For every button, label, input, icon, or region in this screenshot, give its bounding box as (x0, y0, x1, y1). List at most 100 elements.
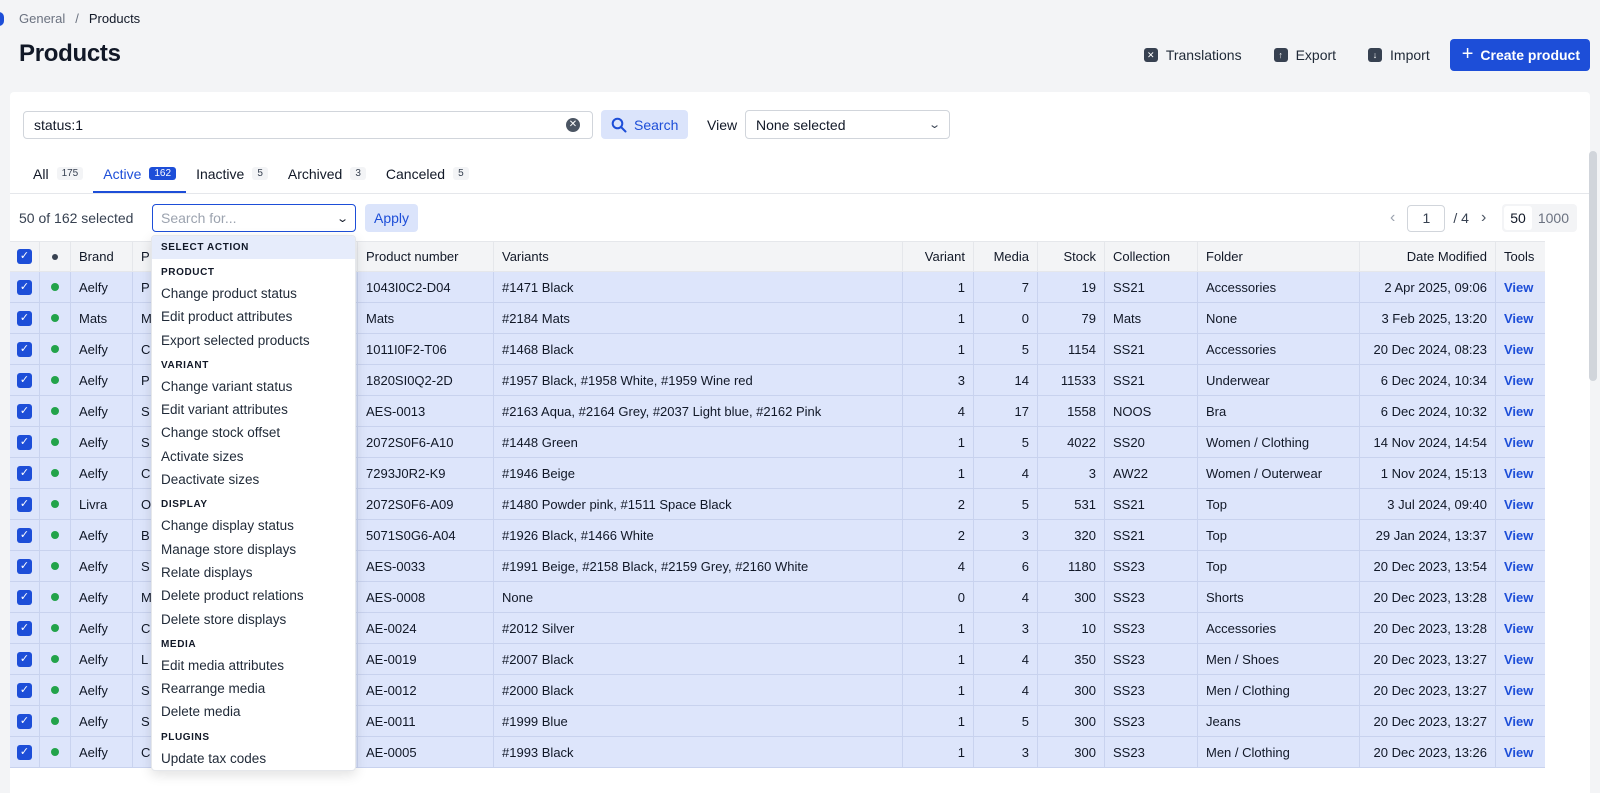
column-header-media[interactable]: Media (974, 242, 1038, 271)
view-link[interactable]: View (1504, 280, 1533, 295)
row-checkbox-cell[interactable]: ✓ (10, 644, 40, 674)
breadcrumb-general-link[interactable]: General (19, 11, 65, 26)
row-checkbox-cell[interactable]: ✓ (10, 737, 40, 767)
bulk-action-search-input[interactable]: Search for... ⌄ (152, 204, 356, 232)
view-link[interactable]: View (1504, 373, 1533, 388)
view-link[interactable]: View (1504, 435, 1533, 450)
menu-item[interactable]: Change display status (152, 514, 355, 537)
menu-item[interactable]: Delete store displays (152, 608, 355, 631)
row-checkbox-cell[interactable]: ✓ (10, 675, 40, 705)
view-link[interactable]: View (1504, 311, 1533, 326)
menu-item[interactable]: Update tax codes (152, 747, 355, 770)
row-checkbox-cell[interactable]: ✓ (10, 365, 40, 395)
tab-count-badge: 5 (252, 167, 268, 180)
column-header-date-modified[interactable]: Date Modified (1360, 242, 1496, 271)
search-button[interactable]: Search (601, 110, 689, 139)
export-button[interactable]: ↑ Export (1262, 39, 1348, 71)
menu-item[interactable]: Manage store displays (152, 538, 355, 561)
menu-item[interactable]: Activate sizes (152, 445, 355, 468)
chevron-right-icon[interactable]: › (1477, 209, 1490, 227)
page-size-option[interactable]: 1000 (1532, 206, 1575, 230)
tab-canceled[interactable]: Canceled 5 (376, 155, 479, 193)
brand-cell: Aelfy (71, 520, 133, 550)
variants-cell: #1480 Powder pink, #1511 Space Black (494, 489, 903, 519)
menu-item[interactable]: Edit variant attributes (152, 398, 355, 421)
row-checkbox-cell[interactable]: ✓ (10, 303, 40, 333)
menu-item[interactable]: Relate displays (152, 561, 355, 584)
variant-count-cell: 1 (903, 644, 974, 674)
menu-item[interactable]: Deactivate sizes (152, 468, 355, 491)
status-active-icon (51, 717, 59, 725)
tab-label: Canceled (385, 165, 446, 182)
view-link[interactable]: View (1504, 528, 1533, 543)
product-number-cell: AES-0008 (358, 582, 494, 612)
view-select[interactable]: None selected ⌄ (745, 110, 950, 139)
clear-search-icon[interactable]: ✕ (566, 118, 580, 132)
tab-label: Inactive (196, 165, 245, 182)
tab-all[interactable]: All 175 (23, 155, 93, 193)
column-header-variant[interactable]: Variant (903, 242, 974, 271)
view-link[interactable]: View (1504, 466, 1533, 481)
date-modified-cell: 20 Dec 2024, 08:23 (1360, 334, 1496, 364)
select-all-checkbox-cell[interactable]: ✓ (10, 242, 40, 271)
product-number-cell: 1820SI0Q2-2D (358, 365, 494, 395)
menu-item[interactable]: Delete product relations (152, 584, 355, 607)
export-icon: ↑ (1273, 48, 1288, 62)
menu-item[interactable]: Edit media attributes (152, 654, 355, 677)
menu-item[interactable]: Delete media (152, 700, 355, 723)
search-input[interactable]: status:1 ✕ (23, 111, 593, 139)
view-link[interactable]: View (1504, 404, 1533, 419)
row-checkbox-cell[interactable]: ✓ (10, 706, 40, 736)
menu-item[interactable]: Change product status (152, 282, 355, 305)
row-checkbox-cell[interactable]: ✓ (10, 613, 40, 643)
row-checkbox-cell[interactable]: ✓ (10, 489, 40, 519)
page-number-input[interactable]: 1 (1407, 204, 1446, 232)
tab-inactive[interactable]: Inactive 5 (186, 155, 278, 193)
page-size-option[interactable]: 50 (1504, 206, 1532, 230)
view-link[interactable]: View (1504, 342, 1533, 357)
menu-item[interactable]: Edit product attributes (152, 305, 355, 328)
view-link[interactable]: View (1504, 652, 1533, 667)
menu-item[interactable]: Change stock offset (152, 421, 355, 444)
view-link[interactable]: View (1504, 714, 1533, 729)
view-link[interactable]: View (1504, 559, 1533, 574)
menu-item[interactable]: Export selected products (152, 329, 355, 352)
tab-active[interactable]: Active 162 (93, 155, 187, 193)
column-header-variants[interactable]: Variants (494, 242, 903, 271)
vertical-scrollbar[interactable] (1589, 151, 1597, 381)
chevron-left-icon[interactable]: ‹ (1386, 209, 1399, 227)
row-checkbox-cell[interactable]: ✓ (10, 551, 40, 581)
row-checkbox-cell[interactable]: ✓ (10, 272, 40, 302)
menu-groups: PRODUCT Change product status Edit product… (152, 259, 355, 770)
tab-archived[interactable]: Archived 3 (278, 155, 376, 193)
menu-item[interactable]: Rearrange media (152, 677, 355, 700)
create-product-button[interactable]: + Create product (1449, 39, 1590, 71)
column-header-stock[interactable]: Stock (1038, 242, 1105, 271)
media-count-cell: 14 (974, 365, 1038, 395)
row-checkbox-cell[interactable]: ✓ (10, 334, 40, 364)
date-modified-cell: 20 Dec 2023, 13:27 (1360, 675, 1496, 705)
menu-item[interactable]: Change variant status (152, 375, 355, 398)
row-checkbox-cell[interactable]: ✓ (10, 458, 40, 488)
column-header-folder[interactable]: Folder (1198, 242, 1360, 271)
row-checkbox-cell[interactable]: ✓ (10, 396, 40, 426)
row-checkbox-cell[interactable]: ✓ (10, 427, 40, 457)
column-header-brand[interactable]: Brand (71, 242, 133, 271)
menu-title: SELECT ACTION (152, 236, 355, 259)
column-header-collection[interactable]: Collection (1105, 242, 1198, 271)
view-link[interactable]: View (1504, 621, 1533, 636)
row-checkbox-cell[interactable]: ✓ (10, 582, 40, 612)
folder-cell: Top (1198, 520, 1360, 550)
apply-button[interactable]: Apply (365, 204, 419, 232)
translations-button[interactable]: ✕ Translations (1132, 39, 1254, 71)
view-link[interactable]: View (1504, 497, 1533, 512)
folder-cell: Men / Shoes (1198, 644, 1360, 674)
view-link[interactable]: View (1504, 590, 1533, 605)
row-checkbox-cell[interactable]: ✓ (10, 520, 40, 550)
import-button[interactable]: ↓ Import (1356, 39, 1442, 71)
column-header-product-number[interactable]: Product number (358, 242, 494, 271)
collection-cell: SS23 (1105, 644, 1198, 674)
collection-cell: SS21 (1105, 520, 1198, 550)
view-link[interactable]: View (1504, 683, 1533, 698)
view-link[interactable]: View (1504, 745, 1533, 760)
